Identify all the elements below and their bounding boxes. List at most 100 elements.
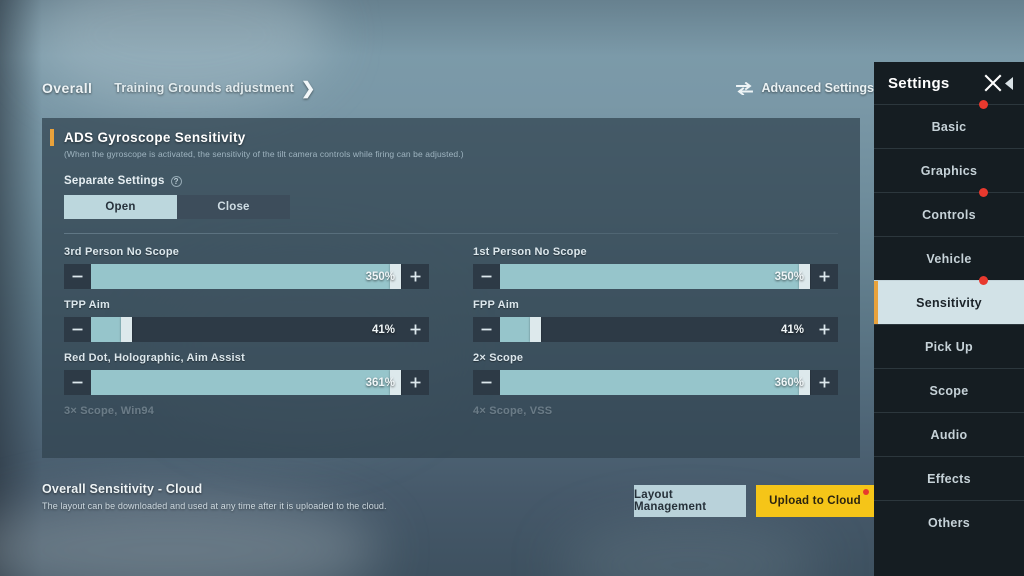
minus-button[interactable] xyxy=(473,317,500,342)
minus-icon xyxy=(72,328,83,331)
minus-icon xyxy=(481,381,492,384)
slider-control: 350% xyxy=(473,264,838,289)
bottom-bar: Overall Sensitivity - Cloud The layout c… xyxy=(42,482,874,530)
slider-value: 361% xyxy=(365,376,395,389)
tab-training-label: Training Grounds adjustment xyxy=(114,81,294,95)
sidebar-item-sensitivity[interactable]: Sensitivity xyxy=(874,276,1024,324)
minus-icon xyxy=(72,275,83,278)
sidebar-close-button[interactable] xyxy=(982,72,1014,94)
slider-label: FPP Aim xyxy=(473,299,520,311)
sidebar-item-others[interactable]: Others xyxy=(874,500,1024,544)
advanced-settings-label: Advanced Settings xyxy=(761,81,874,95)
minus-button[interactable] xyxy=(473,264,500,289)
plus-button[interactable] xyxy=(402,370,429,395)
settings-panel: ADS Gyroscope Sensitivity (When the gyro… xyxy=(42,118,860,458)
question-mark-icon[interactable]: ? xyxy=(170,175,182,187)
slider-knob xyxy=(530,317,542,342)
top-tab-bar: Overall Training Grounds adjustment ❯ Ad… xyxy=(42,72,874,104)
notification-dot-icon xyxy=(979,276,988,285)
slider-track[interactable]: 360% xyxy=(500,370,811,395)
sidebar-item-vehicle[interactable]: Vehicle xyxy=(874,236,1024,280)
slider-field: Red Dot, Holographic, Aim Assist 361% xyxy=(64,352,429,395)
plus-icon xyxy=(410,324,421,335)
minus-button[interactable] xyxy=(64,370,91,395)
sidebar-item-label: Basic xyxy=(931,119,967,134)
plus-button[interactable] xyxy=(811,264,838,289)
slider-value: 360% xyxy=(774,376,804,389)
sidebar-item-label: Scope xyxy=(929,383,969,398)
sidebar-item-basic[interactable]: Basic xyxy=(874,100,1024,148)
separate-settings-toggle: Open Close xyxy=(64,195,860,219)
sidebar-item-label: Effects xyxy=(927,471,971,486)
slider-control: 41% xyxy=(473,317,838,342)
tab-overall[interactable]: Overall xyxy=(42,80,92,96)
slider-field: 2× Scope 360% xyxy=(473,352,838,395)
sidebar-item-label: Graphics xyxy=(920,163,978,178)
slider-value: 41% xyxy=(780,323,804,336)
slider-label: 4× Scope, VSS xyxy=(473,405,553,417)
close-x-icon xyxy=(984,74,1002,92)
slider-control: 41% xyxy=(64,317,429,342)
minus-icon xyxy=(481,328,492,331)
sidebar-title: Settings xyxy=(888,74,950,92)
sidebar-item-audio[interactable]: Audio xyxy=(874,412,1024,456)
slider-track[interactable]: 41% xyxy=(91,317,402,342)
section-title: ADS Gyroscope Sensitivity xyxy=(64,130,246,145)
plus-button[interactable] xyxy=(402,264,429,289)
sidebar-item-pick-up[interactable]: Pick Up xyxy=(874,324,1024,368)
slider-track[interactable]: 350% xyxy=(91,264,402,289)
swap-arrows-icon xyxy=(736,81,754,95)
slider-fill xyxy=(91,370,396,395)
sidebar-item-controls[interactable]: Controls xyxy=(874,188,1024,236)
sidebar-item-label: Vehicle xyxy=(926,251,972,266)
slider-fill xyxy=(500,264,805,289)
minus-icon xyxy=(72,381,83,384)
collapse-left-icon xyxy=(1005,76,1013,90)
layout-management-button[interactable]: Layout Management xyxy=(634,485,746,517)
advanced-settings-button[interactable]: Advanced Settings xyxy=(736,81,874,95)
slider-fill xyxy=(500,370,805,395)
notification-dot-icon xyxy=(979,188,988,197)
slider-value: 350% xyxy=(774,270,804,283)
sidebar-item-list: Basic Graphics Controls Vehicle Sensitiv… xyxy=(874,100,1024,544)
minus-button[interactable] xyxy=(473,370,500,395)
upload-to-cloud-button[interactable]: Upload to Cloud xyxy=(756,485,874,517)
toggle-open-button[interactable]: Open xyxy=(64,195,177,219)
sidebar-header: Settings xyxy=(874,62,1024,104)
slider-control: 350% xyxy=(64,264,429,289)
sidebar-item-graphics[interactable]: Graphics xyxy=(874,148,1024,192)
slider-control: 360% xyxy=(473,370,838,395)
plus-button[interactable] xyxy=(811,317,838,342)
minus-button[interactable] xyxy=(64,264,91,289)
slider-control: 361% xyxy=(64,370,429,395)
slider-field: 4× Scope, VSS xyxy=(473,405,838,423)
plus-icon xyxy=(819,377,830,388)
slider-track[interactable]: 41% xyxy=(500,317,811,342)
slider-knob xyxy=(121,317,133,342)
section-divider xyxy=(64,233,838,234)
sidebar-item-effects[interactable]: Effects xyxy=(874,456,1024,500)
plus-button[interactable] xyxy=(402,317,429,342)
sidebar-item-label: Sensitivity xyxy=(916,295,982,310)
slider-value: 350% xyxy=(365,270,395,283)
bottom-button-row: Layout Management Upload to Cloud xyxy=(634,485,874,517)
minus-icon xyxy=(481,275,492,278)
slider-fill xyxy=(500,317,535,342)
minus-button[interactable] xyxy=(64,317,91,342)
slider-label: 2× Scope xyxy=(473,352,524,364)
slider-track[interactable]: 350% xyxy=(500,264,811,289)
plus-icon xyxy=(819,271,830,282)
plus-button[interactable] xyxy=(811,370,838,395)
slider-field: 1st Person No Scope 350% xyxy=(473,246,838,289)
plus-icon xyxy=(410,377,421,388)
slider-fill xyxy=(91,264,396,289)
sidebar-item-label: Controls xyxy=(922,207,976,222)
backdrop-left-shade xyxy=(0,0,42,576)
sidebar-item-scope[interactable]: Scope xyxy=(874,368,1024,412)
notification-dot-icon xyxy=(979,100,988,109)
toggle-close-button[interactable]: Close xyxy=(177,195,290,219)
tab-training-grounds-adjustment[interactable]: Training Grounds adjustment ❯ xyxy=(114,80,315,97)
notification-dot-icon xyxy=(863,489,869,495)
slider-track[interactable]: 361% xyxy=(91,370,402,395)
sidebar-item-label: Others xyxy=(927,515,971,530)
